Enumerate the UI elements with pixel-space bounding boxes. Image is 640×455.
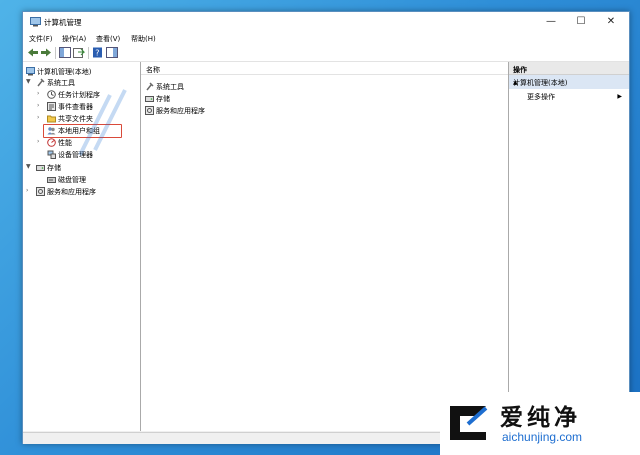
- services-icon: [36, 187, 45, 196]
- disk-management-icon: [47, 177, 56, 183]
- tree-label: 磁盘管理: [58, 176, 86, 184]
- window-title: 计算机管理: [44, 18, 82, 27]
- actions-pane: 操作 计算机管理(本地) ▲ 更多操作 ▶: [509, 62, 629, 431]
- tree-item-disk-management[interactable]: 磁盘管理: [37, 174, 137, 185]
- maximize-button[interactable]: ☐: [565, 14, 597, 30]
- system-tools-icon: [37, 78, 45, 87]
- chevron-right-icon[interactable]: ›: [37, 138, 43, 145]
- chevron-right-icon[interactable]: ›: [26, 187, 32, 194]
- submenu-arrow-icon: ▶: [617, 93, 622, 100]
- collapse-up-icon[interactable]: ▲: [513, 79, 622, 86]
- column-header-label: 名称: [146, 66, 160, 74]
- performance-icon: [47, 138, 56, 147]
- brand-name: 爱纯净: [500, 405, 581, 431]
- column-header-name[interactable]: 名称: [141, 62, 508, 75]
- tree-label: 存储: [47, 164, 61, 172]
- clock-icon: [47, 90, 56, 99]
- chevron-down-icon[interactable]: ▼: [26, 163, 32, 170]
- chevron-right-icon[interactable]: ›: [37, 102, 43, 109]
- brand-logo-icon: [450, 406, 488, 440]
- actions-section[interactable]: 计算机管理(本地) ▲: [509, 75, 629, 89]
- actions-header-label: 操作: [513, 66, 527, 74]
- show-hide-action-pane-icon[interactable]: [106, 47, 118, 58]
- toolbar-separator: [55, 47, 56, 59]
- toolbar: ?: [23, 45, 629, 62]
- help-icon[interactable]: ?: [92, 47, 104, 58]
- close-button[interactable]: ✕: [595, 14, 627, 30]
- tree-label: 服务和应用程序: [47, 188, 96, 196]
- forward-arrow-icon[interactable]: [40, 47, 52, 58]
- chevron-right-icon[interactable]: ›: [37, 90, 43, 97]
- computer-management-icon: [26, 67, 35, 76]
- actions-header: 操作: [509, 62, 629, 75]
- diagonal-watermark-icon: [78, 89, 127, 156]
- menu-file[interactable]: 文件(F): [29, 34, 53, 44]
- title-bar: 计算机管理 — ☐ ✕: [23, 12, 629, 32]
- more-actions-item[interactable]: 更多操作: [527, 92, 555, 102]
- menu-bar: 文件(F) 操作(A) 查看(V) 帮助(H): [23, 32, 629, 45]
- storage-icon: [36, 165, 45, 171]
- show-hide-tree-icon[interactable]: [59, 47, 71, 58]
- back-arrow-icon[interactable]: [27, 47, 39, 58]
- menu-view[interactable]: 查看(V): [96, 34, 120, 44]
- menu-action[interactable]: 操作(A): [62, 34, 86, 44]
- tree-item-services-apps[interactable]: › 服务和应用程序: [26, 186, 136, 197]
- results-pane: 名称 系统工具 存储 服务和应用程序: [141, 62, 509, 431]
- device-manager-icon: [47, 150, 56, 159]
- shared-folder-icon: [47, 115, 56, 123]
- computer-management-icon: [30, 17, 41, 27]
- svg-text:?: ?: [95, 49, 99, 58]
- minimize-button[interactable]: —: [535, 14, 567, 30]
- export-list-icon[interactable]: [73, 47, 85, 58]
- brand-url: aichunjing.com: [502, 430, 583, 444]
- brand-watermark: 爱纯净 aichunjing.com: [440, 392, 640, 455]
- event-viewer-icon: [47, 102, 56, 111]
- menu-help[interactable]: 帮助(H): [131, 34, 156, 44]
- chevron-down-icon[interactable]: ▼: [26, 78, 32, 85]
- toolbar-separator: [88, 47, 89, 59]
- chevron-right-icon[interactable]: ›: [37, 114, 43, 121]
